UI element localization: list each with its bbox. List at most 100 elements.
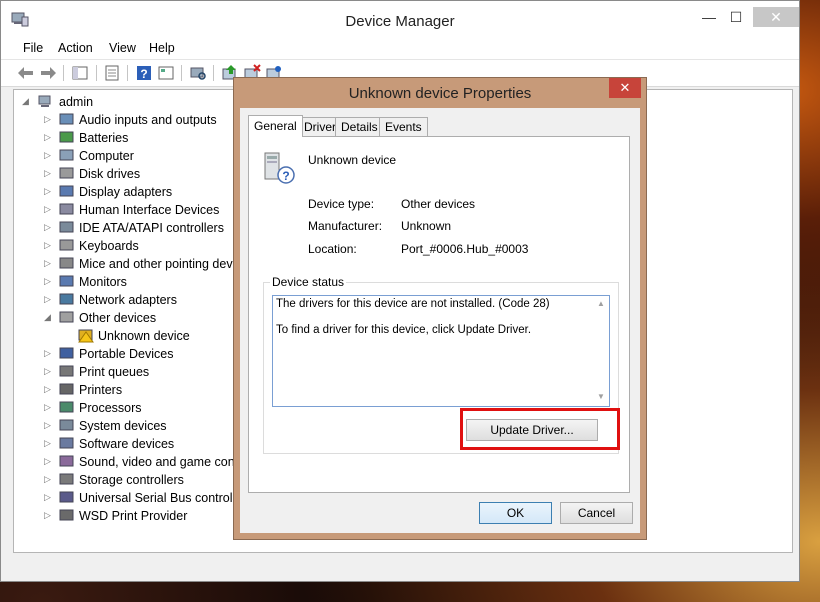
tree-item-label: System devices xyxy=(79,419,167,433)
network-adapter-icon xyxy=(59,293,74,305)
mouse-icon xyxy=(59,257,74,269)
menu-bar: File Action View Help xyxy=(1,37,799,60)
menu-file[interactable]: File xyxy=(23,41,43,55)
tree-category-item[interactable]: ◢ Other devices xyxy=(14,309,244,327)
tree-category-item[interactable]: ▷ Computer xyxy=(14,147,244,165)
computer-icon xyxy=(38,95,51,107)
expand-arrow-icon[interactable]: ▷ xyxy=(44,240,52,250)
svg-text:?: ? xyxy=(140,67,147,81)
expand-arrow-icon[interactable]: ▷ xyxy=(44,150,52,160)
tree-category-item[interactable]: ▷ Mice and other pointing devices xyxy=(14,255,244,273)
tree-item-label: Other devices xyxy=(79,311,157,325)
minimize-button[interactable]: — xyxy=(696,7,722,27)
tree-category-item[interactable]: ▷ Disk drives xyxy=(14,165,244,183)
tree-item-label: Sound, video and game controllers xyxy=(79,455,244,469)
tree-category-item[interactable]: ▷ Universal Serial Bus controllers xyxy=(14,489,244,507)
tree-category-item[interactable]: ▷ Human Interface Devices xyxy=(14,201,244,219)
battery-icon xyxy=(59,131,74,143)
keyboard-icon xyxy=(59,239,74,251)
scan-hardware-icon[interactable] xyxy=(189,64,207,82)
collapse-arrow-icon[interactable]: ◢ xyxy=(22,96,30,106)
sound-icon xyxy=(59,455,74,467)
tree-category-item[interactable]: ▷ Portable Devices xyxy=(14,345,244,363)
device-type-value: Other devices xyxy=(401,197,476,211)
tree-category-item[interactable]: ▷ System devices xyxy=(14,417,244,435)
menu-action[interactable]: Action xyxy=(58,41,93,55)
expand-arrow-icon[interactable]: ▷ xyxy=(44,114,52,124)
tree-category-item[interactable]: ▷ Software devices xyxy=(14,435,244,453)
tree-category-item[interactable]: ▷ Monitors xyxy=(14,273,244,291)
expand-arrow-icon[interactable]: ▷ xyxy=(44,276,52,286)
processor-icon xyxy=(59,401,74,413)
properties-icon[interactable] xyxy=(103,64,121,82)
tree-item-label: Disk drives xyxy=(79,167,141,181)
dialog-close-button[interactable]: ✕ xyxy=(609,78,641,98)
system-device-icon xyxy=(59,419,74,431)
scroll-down-icon[interactable]: ▼ xyxy=(597,392,605,401)
tree-category-item[interactable]: ▷ IDE ATA/ATAPI controllers xyxy=(14,219,244,237)
ok-button[interactable]: OK xyxy=(479,502,552,524)
tree-item-label: Keyboards xyxy=(79,239,139,253)
tree-category-item[interactable]: ▷ Printers xyxy=(14,381,244,399)
tree-root[interactable]: ◢ admin xyxy=(14,93,244,111)
expand-arrow-icon[interactable]: ▷ xyxy=(44,510,52,520)
tree-category-item[interactable]: ▷ Batteries xyxy=(14,129,244,147)
menu-view[interactable]: View xyxy=(109,41,136,55)
expand-arrow-icon[interactable]: ▷ xyxy=(44,132,52,142)
expand-arrow-icon[interactable]: ▷ xyxy=(44,258,52,268)
expand-arrow-icon[interactable]: ▷ xyxy=(44,438,52,448)
expand-arrow-icon[interactable]: ▷ xyxy=(44,474,52,484)
status-bar xyxy=(13,555,791,577)
expand-arrow-icon[interactable]: ▷ xyxy=(44,384,52,394)
close-button[interactable]: ✕ xyxy=(753,7,799,27)
device-status-textbox[interactable]: The drivers for this device are not inst… xyxy=(272,295,610,407)
expand-arrow-icon[interactable]: ▷ xyxy=(44,222,52,232)
tab-details[interactable]: Details xyxy=(335,117,384,136)
expand-arrow-icon[interactable]: ▷ xyxy=(44,456,52,466)
expand-arrow-icon[interactable]: ▷ xyxy=(44,186,52,196)
expand-arrow-icon[interactable]: ▷ xyxy=(44,348,52,358)
usb-icon xyxy=(59,491,74,503)
help-icon[interactable]: ? xyxy=(135,64,153,82)
title-bar[interactable]: Device Manager — ☐ ✕ xyxy=(1,1,799,37)
tree-child-item[interactable]: Unknown device xyxy=(14,327,244,345)
collapse-arrow-icon[interactable]: ◢ xyxy=(44,312,52,322)
tree-item-label: Processors xyxy=(79,401,142,415)
menu-help[interactable]: Help xyxy=(149,41,175,55)
console-tree-icon[interactable] xyxy=(71,64,89,82)
expand-arrow-icon[interactable]: ▷ xyxy=(44,402,52,412)
scroll-up-icon[interactable]: ▲ xyxy=(597,299,605,308)
tree-item-label: Mice and other pointing devices xyxy=(79,257,244,271)
tree-category-item[interactable]: ▷ Storage controllers xyxy=(14,471,244,489)
manufacturer-value: Unknown xyxy=(401,219,452,233)
tree-item-label: Printers xyxy=(79,383,123,397)
warning-device-icon xyxy=(78,329,94,343)
location-label: Location: xyxy=(308,242,357,256)
tree-item-label: Display adapters xyxy=(79,185,173,199)
status-scrollbar[interactable]: ▲ ▼ xyxy=(593,296,609,406)
expand-arrow-icon[interactable]: ▷ xyxy=(44,420,52,430)
tab-events[interactable]: Events xyxy=(379,117,428,136)
tree-category-item[interactable]: ▷ Network adapters xyxy=(14,291,244,309)
forward-arrow-icon[interactable] xyxy=(39,64,57,82)
tree-category-item[interactable]: ▷ Sound, video and game controllers xyxy=(14,453,244,471)
expand-arrow-icon[interactable]: ▷ xyxy=(44,492,52,502)
expand-arrow-icon[interactable]: ▷ xyxy=(44,366,52,376)
expand-arrow-icon[interactable]: ▷ xyxy=(44,168,52,178)
tree-category-item[interactable]: ▷ Keyboards xyxy=(14,237,244,255)
back-arrow-icon[interactable] xyxy=(17,64,35,82)
expand-arrow-icon[interactable]: ▷ xyxy=(44,294,52,304)
cancel-button[interactable]: Cancel xyxy=(560,502,633,524)
tree-category-item[interactable]: ▷ WSD Print Provider xyxy=(14,507,244,525)
tree-category-item[interactable]: ▷ Display adapters xyxy=(14,183,244,201)
tree-category-item[interactable]: ▷ Processors xyxy=(14,399,244,417)
maximize-button[interactable]: ☐ xyxy=(723,7,749,27)
view-icon[interactable] xyxy=(157,64,175,82)
tree-category-item[interactable]: ▷ Audio inputs and outputs xyxy=(14,111,244,129)
expand-arrow-icon[interactable]: ▷ xyxy=(44,204,52,214)
dialog-body: General Driver Details Events ? Unknown … xyxy=(240,108,640,533)
tree-item-label: WSD Print Provider xyxy=(79,509,188,523)
tree-category-item[interactable]: ▷ Print queues xyxy=(14,363,244,381)
portable-device-icon xyxy=(59,347,74,359)
tab-general[interactable]: General xyxy=(248,115,303,137)
